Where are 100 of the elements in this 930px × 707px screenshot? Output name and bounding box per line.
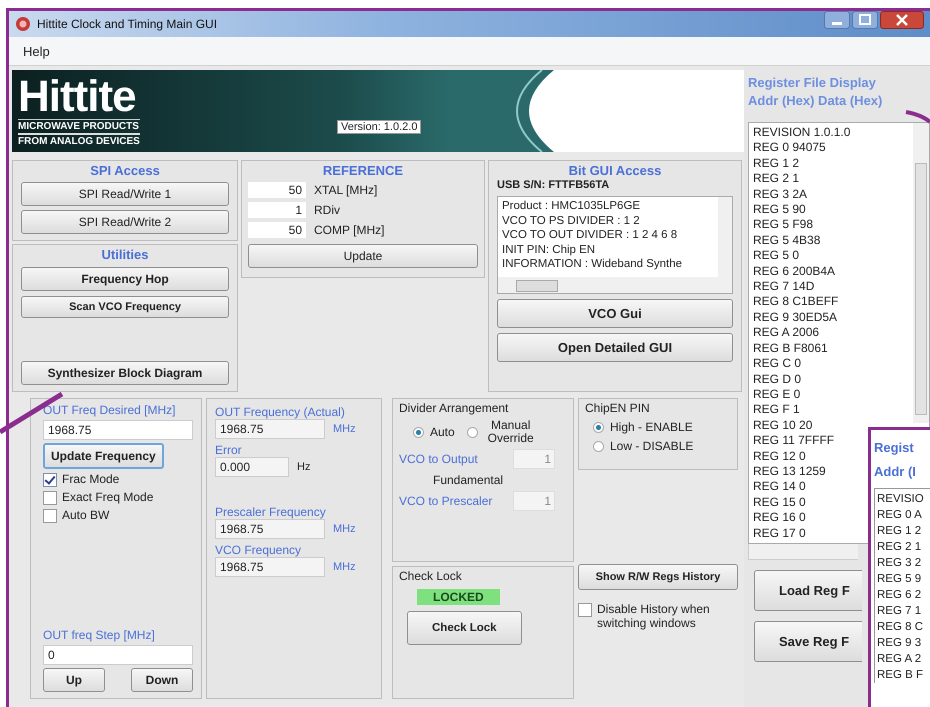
frequency-field[interactable]: 1968.75 <box>43 420 193 440</box>
register-file-button[interactable]: Load Reg F <box>754 570 862 611</box>
tagline: MICROWAVE PRODUCTS <box>18 118 140 132</box>
group-title: Bit GUI Access <box>568 163 662 178</box>
register-row[interactable]: REG 8 C1BEFF <box>753 294 838 310</box>
radio-button[interactable] <box>413 426 424 438</box>
info-line: INFORMATION : Wideband Synthe <box>502 257 684 272</box>
field-label: XTAL [MHz] <box>314 183 378 197</box>
update-button[interactable]: Update <box>248 244 478 268</box>
register-row[interactable]: REG 14 0 <box>753 479 806 495</box>
lock-status: LOCKED <box>417 589 500 605</box>
register-row[interactable]: REG 17 0 <box>753 526 806 541</box>
step-field[interactable]: 0 <box>43 645 193 665</box>
radio-label: Manual Override <box>486 419 535 445</box>
horizontal-scrollbar[interactable] <box>498 277 732 293</box>
register-row[interactable]: REG 15 0 <box>753 494 806 510</box>
minimize-icon[interactable] <box>824 11 850 29</box>
number-field[interactable]: 50 <box>248 182 306 198</box>
register-row[interactable]: REG C 0 <box>753 356 802 372</box>
register-row[interactable]: REG 6 200B4A <box>753 264 836 280</box>
checkbox[interactable] <box>43 509 57 523</box>
register-row[interactable]: REVISION 1.0.1.0 <box>753 125 850 140</box>
utility-button[interactable]: Frequency Hop <box>21 267 229 291</box>
register-row[interactable]: REG E 0 <box>753 386 800 402</box>
register-row[interactable]: REG 5 F98 <box>753 217 814 233</box>
register-row[interactable]: REG 5 4B38 <box>753 232 820 248</box>
number-field[interactable]: 1 <box>248 202 306 218</box>
group-title: Divider Arrangement <box>399 401 510 415</box>
register-row[interactable]: REG 16 0 <box>753 510 806 526</box>
field-label: VCO to Output <box>399 452 478 466</box>
readout-field: 1968.75 <box>215 557 325 577</box>
info-line: VCO TO OUT DIVIDER : 1 2 4 6 8 <box>502 228 678 242</box>
checkbox[interactable] <box>43 491 57 505</box>
gui-button[interactable]: VCO Gui <box>497 299 733 328</box>
register-row[interactable]: REG D 0 <box>753 372 802 387</box>
register-row[interactable]: REG 2 1 <box>753 171 800 187</box>
unit-label: MHz <box>333 523 356 535</box>
register-row-text: REG 5 9 <box>877 572 922 587</box>
register-row[interactable]: REG 12 0 <box>753 448 806 464</box>
spi-button[interactable]: SPI Read/Write 2 <box>21 210 229 234</box>
radio-button[interactable] <box>466 426 478 438</box>
register-row[interactable]: REG A 2006 <box>753 325 820 341</box>
field-label: OUT Freq Desired [MHz] <box>43 403 176 417</box>
readout-field: 1968.75 <box>215 519 325 539</box>
register-row-text: REG B F <box>877 668 924 683</box>
checkbox[interactable] <box>43 473 57 487</box>
scrollbar[interactable] <box>913 123 929 423</box>
close-icon[interactable] <box>880 11 924 29</box>
register-row[interactable]: REG 7 14D <box>753 279 814 294</box>
unit-label: Hz <box>297 461 310 473</box>
check-lock-button[interactable]: Check Lock <box>407 611 522 645</box>
unit-label: MHz <box>333 423 356 435</box>
number-field[interactable]: 50 <box>248 222 306 238</box>
column-header: Addr (Hex) Data (Hex) <box>748 92 884 110</box>
register-row[interactable]: REG 5 0 <box>753 248 800 264</box>
field-label: OUT freq Step [MHz] <box>43 628 156 642</box>
window-title: Hittite Clock and Timing Main GUI <box>37 17 218 31</box>
spi-button[interactable]: SPI Read/Write 1 <box>21 182 229 206</box>
utility-button[interactable]: Synthesizer Block Diagram <box>21 361 229 385</box>
register-row[interactable]: REG 13 1259 <box>753 464 826 480</box>
register-row-text: REG A 2 <box>877 652 922 667</box>
gui-button[interactable]: Open Detailed GUI <box>497 333 733 362</box>
register-row[interactable]: REG 11 7FFFF <box>753 433 834 449</box>
group-title: SPI Access <box>89 163 161 178</box>
radio-button[interactable] <box>593 440 604 452</box>
info-line: Product : HMC1035LP6GE <box>502 199 642 214</box>
register-row-text: REG 3 2 <box>877 556 922 571</box>
step-button[interactable]: Up <box>43 668 105 692</box>
group-title: Utilities <box>100 247 150 262</box>
register-row[interactable]: REG B F8061 <box>753 340 828 356</box>
register-row-text: REG 8 C <box>877 620 924 635</box>
register-row[interactable]: REG 10 20 <box>753 418 812 434</box>
version-label: Version: 1.0.2.0 <box>337 120 422 134</box>
register-file-button[interactable]: Save Reg F <box>754 621 862 662</box>
field-label: OUT Frequency (Actual) <box>215 405 346 419</box>
history-button[interactable]: Show R/W Regs History <box>578 564 738 590</box>
menu-item[interactable]: Help <box>23 44 50 58</box>
step-button[interactable]: Down <box>131 668 193 692</box>
scrollbar[interactable] <box>718 197 732 277</box>
register-row[interactable]: REG 5 90 <box>753 202 806 218</box>
field-label: VCO to Prescaler <box>399 494 492 508</box>
checkbox[interactable] <box>578 603 592 617</box>
app-icon <box>15 16 31 32</box>
field-label: Error <box>215 443 243 457</box>
radio-label: Low - DISABLE <box>610 439 694 453</box>
horizontal-scrollbar[interactable] <box>748 544 858 560</box>
radio-button[interactable] <box>593 422 604 432</box>
register-row[interactable]: REG 3 2A <box>753 186 808 202</box>
utility-button[interactable]: Scan VCO Frequency <box>21 296 229 318</box>
checkbox-label: Auto BW <box>62 508 110 522</box>
register-row[interactable]: REG 0 94075 <box>753 140 826 156</box>
update-frequency-button[interactable]: Update Frequency <box>43 443 164 469</box>
leader-line <box>906 110 930 124</box>
register-row[interactable]: REG 1 2 <box>753 156 800 172</box>
unit-label: MHz <box>333 561 356 573</box>
field-label: COMP [MHz] <box>314 223 384 237</box>
panel-title: Register File Display <box>748 74 877 92</box>
register-row[interactable]: REG F 1 <box>753 402 800 418</box>
maximize-icon[interactable] <box>852 11 878 29</box>
register-row[interactable]: REG 9 30ED5A <box>753 310 838 326</box>
